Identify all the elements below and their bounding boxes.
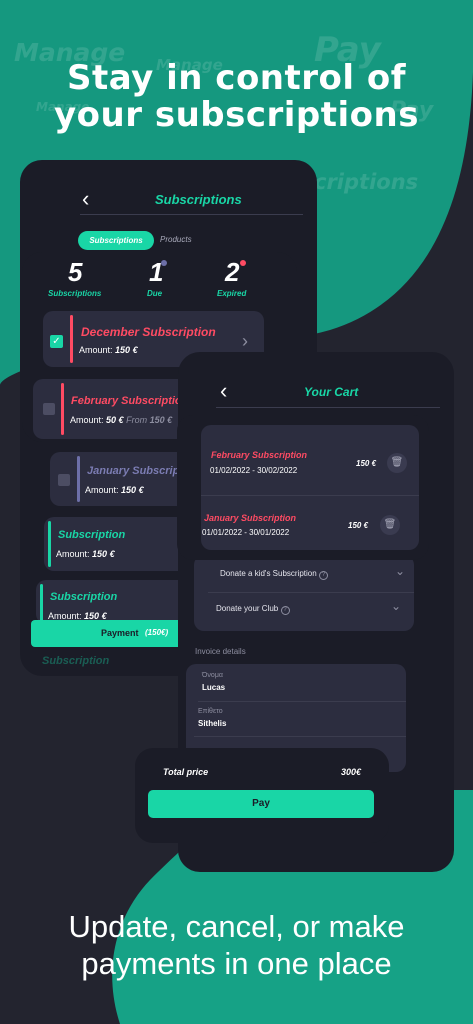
cart-item-name: February Subscription (211, 450, 308, 460)
amount-value: 150 € (92, 549, 115, 559)
screen-title: Your Cart (304, 385, 359, 399)
pay-button[interactable]: Pay (148, 790, 374, 818)
cart-items-card: February Subscription 01/02/2022 - 30/02… (201, 425, 419, 550)
status-bar (77, 456, 80, 502)
tagline-line: payments in one place (81, 946, 392, 981)
from-amount: 150 € (149, 415, 173, 425)
ghost-word: criptions (314, 170, 419, 194)
promo-canvas: Manage Manage Manage Pay Pay criptions S… (0, 0, 473, 1024)
field-label: Όνομα (202, 672, 223, 679)
divider (194, 736, 406, 737)
cart-popup: February Subscription 01/02/2022 - 30/02… (177, 415, 429, 560)
amount-value: 50 € (106, 415, 124, 425)
item-name: Subscription (58, 529, 126, 541)
help-icon: ? (280, 606, 290, 615)
donate-kid-option[interactable]: Donate a kid's Subscription ? (220, 569, 328, 580)
total-label: Total price (163, 767, 209, 777)
amount-value: 150 € (115, 345, 138, 355)
item-name: February Subscription (71, 395, 189, 407)
status-bar (40, 584, 43, 624)
status-bar (48, 521, 51, 567)
tab-subscriptions[interactable]: Subscriptions (78, 231, 154, 250)
item-amount: Amount: 150 € (79, 345, 138, 355)
item-name: Subscription (42, 655, 110, 667)
item-name: Subscription (50, 591, 118, 603)
status-bar (61, 383, 64, 435)
divider (201, 495, 419, 496)
from-label: From (126, 415, 148, 425)
total-card: Total price 300€ Pay (135, 748, 389, 843)
cart-item-dates: 01/02/2022 - 30/02/2022 (210, 466, 298, 475)
last-name-field[interactable]: Sithelis (198, 719, 226, 728)
tab-products[interactable]: Products (160, 235, 192, 244)
tab-label: Subscriptions (89, 236, 143, 245)
stat-label: Subscriptions (48, 289, 102, 298)
cart-item-name: January Subscription (204, 513, 297, 523)
divider (208, 592, 414, 593)
item-amount: Amount: 50 € From 150 € (70, 415, 172, 425)
headline-line: your subscriptions (54, 95, 419, 135)
screen-title: Subscriptions (155, 192, 242, 207)
help-icon: ? (318, 571, 328, 580)
title-divider (216, 407, 440, 408)
amount-value: 150 € (121, 485, 144, 495)
title-divider (80, 214, 303, 215)
payment-button[interactable]: Payment (150€) (31, 620, 183, 647)
total-value: 300€ (341, 767, 362, 777)
invoice-title: Invoice details (195, 647, 246, 656)
donations-panel: Donate a kid's Subscription ? ⌄ Donate y… (194, 555, 414, 631)
checkbox-icon[interactable] (43, 403, 55, 415)
tagline-line: Update, cancel, or make (68, 909, 405, 944)
checkbox-checked-icon[interactable]: ✓ (50, 335, 63, 348)
donate-label: Donate your Club (216, 604, 279, 613)
due-dot-icon (161, 260, 167, 266)
amount-label: Amount: (70, 415, 104, 425)
item-amount: Amount: 150 € (85, 485, 144, 495)
tagline: Update, cancel, or make payments in one … (0, 908, 473, 982)
back-chevron-icon[interactable]: ‹ (220, 380, 227, 402)
item-name: January Subscripti (87, 465, 187, 477)
first-name-field[interactable]: Lucas (202, 683, 225, 692)
amount-label: Amount: (85, 485, 119, 495)
trash-icon[interactable]: 🗑 (387, 453, 407, 473)
divider (198, 701, 406, 702)
chevron-down-icon[interactable]: ⌄ (391, 599, 401, 613)
amount-label: Amount: (79, 345, 113, 355)
headline-line: Stay in control of (66, 58, 407, 98)
donate-club-option[interactable]: Donate your Club ? (216, 604, 290, 615)
cart-item-price: 150 € (356, 459, 377, 468)
trash-icon[interactable]: 🗑 (380, 515, 400, 535)
stat-value: 5 (68, 257, 83, 287)
subscription-item[interactable]: Subscription Amount: 150 € (36, 580, 190, 624)
cart-item-dates: 01/01/2022 - 30/01/2022 (202, 528, 290, 537)
item-name: December Subscription (81, 325, 216, 339)
stat-value: 2 (225, 257, 240, 287)
status-bar (70, 315, 73, 363)
chevron-right-icon: › (242, 331, 248, 351)
donate-label: Donate a kid's Subscription (220, 569, 317, 578)
stat-label: Expired (217, 289, 247, 298)
back-chevron-icon[interactable]: ‹ (82, 188, 89, 210)
amount-label: Amount: (56, 549, 90, 559)
subscription-item[interactable]: January Subscripti Amount: 150 € (50, 452, 190, 506)
headline: Stay in control of your subscriptions (0, 60, 473, 134)
item-amount: Amount: 150 € (56, 549, 115, 559)
expired-dot-icon (240, 260, 246, 266)
stat-label: Due (147, 289, 163, 298)
subscription-item[interactable]: Subscription Amount: 150 € (44, 517, 190, 571)
payment-amount: (150€) (145, 628, 169, 637)
payment-label: Payment (101, 628, 139, 638)
cart-item-price: 150 € (348, 521, 369, 530)
pay-label: Pay (252, 798, 270, 809)
field-label: Επίθετο (198, 708, 223, 715)
chevron-down-icon[interactable]: ⌄ (395, 564, 405, 578)
checkbox-icon[interactable] (58, 474, 70, 486)
